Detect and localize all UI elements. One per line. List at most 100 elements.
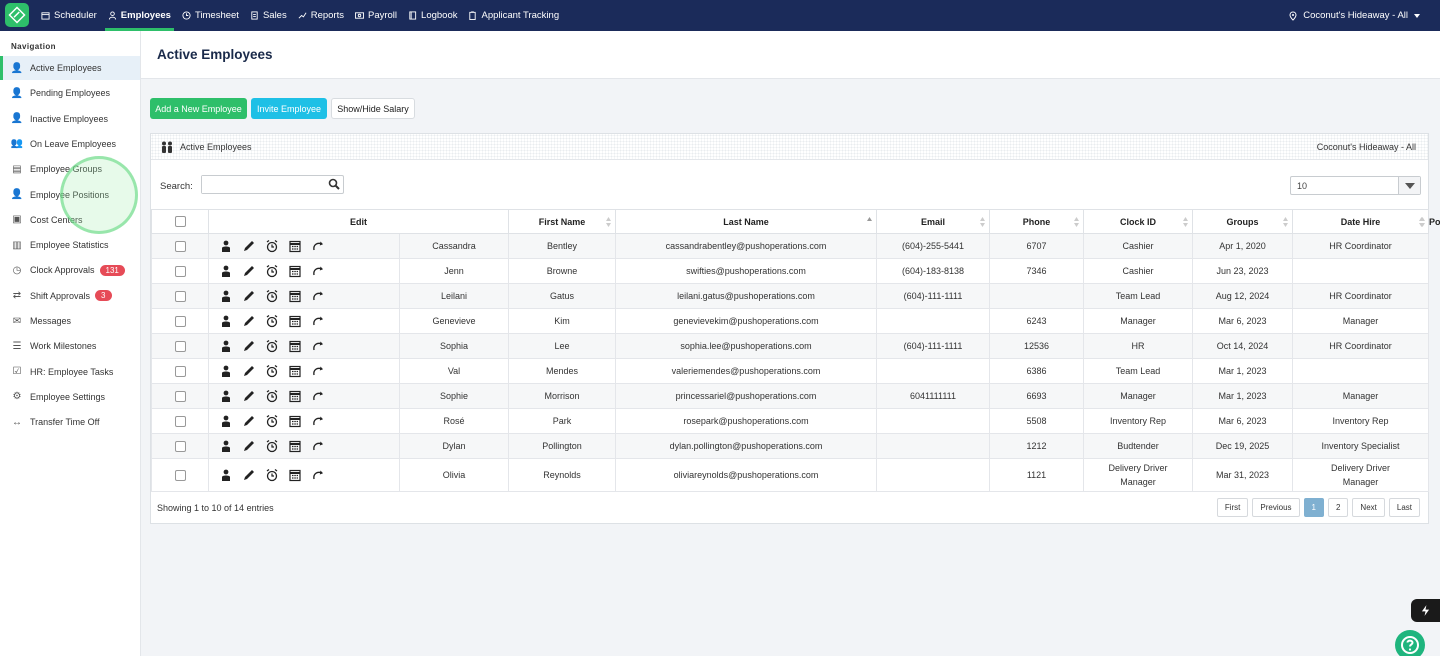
edit-pencil-icon[interactable] xyxy=(242,339,256,353)
nav-logbook[interactable]: Logbook xyxy=(403,0,462,31)
redo-arrow-icon[interactable] xyxy=(311,339,325,353)
search-input[interactable] xyxy=(202,176,322,193)
page-1-button[interactable]: 1 xyxy=(1303,498,1324,517)
assign-user-icon[interactable] xyxy=(219,364,233,378)
row-checkbox[interactable] xyxy=(174,315,186,327)
row-checkbox[interactable] xyxy=(174,265,186,277)
row-checkbox[interactable] xyxy=(174,290,186,302)
sort-icon[interactable] xyxy=(867,217,872,227)
edit-pencil-icon[interactable] xyxy=(242,314,256,328)
sidebar-item-inactive-employees[interactable]: 👤 Inactive Employees xyxy=(0,107,140,131)
row-checkbox[interactable] xyxy=(174,469,186,481)
row-checkbox[interactable] xyxy=(174,440,186,452)
calendar-grid-icon[interactable] xyxy=(288,314,302,328)
alarm-clock-icon[interactable] xyxy=(265,239,279,253)
sidebar-item-pending-employees[interactable]: 👤 Pending Employees xyxy=(0,81,140,105)
redo-arrow-icon[interactable] xyxy=(311,364,325,378)
assign-user-icon[interactable] xyxy=(219,289,233,303)
dropdown-arrow-icon[interactable] xyxy=(1398,177,1420,194)
redo-arrow-icon[interactable] xyxy=(311,264,325,278)
sidebar-item-employee-statistics[interactable]: ▥ Employee Statistics xyxy=(0,233,140,257)
select-all-checkbox[interactable] xyxy=(174,216,186,228)
sidebar-item-transfer-time-off[interactable]: ↔ Transfer Time Off xyxy=(0,410,140,434)
first-page-button[interactable]: First xyxy=(1216,498,1249,517)
row-checkbox[interactable] xyxy=(174,365,186,377)
redo-arrow-icon[interactable] xyxy=(311,289,325,303)
nav-reports[interactable]: Reports xyxy=(293,0,349,31)
sidebar-item-clock-approvals[interactable]: ◷ Clock Approvals 131 xyxy=(0,258,140,282)
assign-user-icon[interactable] xyxy=(219,339,233,353)
sort-icon[interactable] xyxy=(1074,217,1079,227)
calendar-grid-icon[interactable] xyxy=(288,439,302,453)
sort-icon[interactable] xyxy=(1183,217,1188,227)
help-button[interactable] xyxy=(1395,630,1425,656)
alarm-clock-icon[interactable] xyxy=(265,339,279,353)
calendar-grid-icon[interactable] xyxy=(288,389,302,403)
column-header-clock-id[interactable]: Clock ID xyxy=(1083,209,1193,234)
sidebar-item-messages[interactable]: ✉ Messages xyxy=(0,309,140,333)
edit-pencil-icon[interactable] xyxy=(242,414,256,428)
page-2-button[interactable]: 2 xyxy=(1327,498,1349,517)
nav-scheduler[interactable]: Scheduler xyxy=(36,0,102,31)
assign-user-icon[interactable] xyxy=(219,468,233,482)
column-header-date-hire[interactable]: Date Hire xyxy=(1292,209,1429,234)
column-header-last-name[interactable]: Last Name xyxy=(615,209,877,234)
nav-sales[interactable]: Sales xyxy=(245,0,292,31)
edit-pencil-icon[interactable] xyxy=(242,439,256,453)
row-checkbox[interactable] xyxy=(174,340,186,352)
sidebar-item-work-milestones[interactable]: ☰ Work Milestones xyxy=(0,334,140,358)
edit-pencil-icon[interactable] xyxy=(242,364,256,378)
edit-pencil-icon[interactable] xyxy=(242,239,256,253)
redo-arrow-icon[interactable] xyxy=(311,468,325,482)
quick-action-button[interactable] xyxy=(1411,599,1440,622)
calendar-grid-icon[interactable] xyxy=(288,468,302,482)
row-checkbox[interactable] xyxy=(174,390,186,402)
assign-user-icon[interactable] xyxy=(219,414,233,428)
row-checkbox[interactable] xyxy=(174,240,186,252)
sort-icon[interactable] xyxy=(606,217,611,227)
column-header-phone[interactable]: Phone xyxy=(989,209,1084,234)
sort-icon[interactable] xyxy=(980,217,985,227)
nav-payroll[interactable]: Payroll xyxy=(350,0,402,31)
edit-pencil-icon[interactable] xyxy=(242,264,256,278)
column-header-groups[interactable]: Groups xyxy=(1192,209,1293,234)
alarm-clock-icon[interactable] xyxy=(265,439,279,453)
alarm-clock-icon[interactable] xyxy=(265,468,279,482)
nav-timesheet[interactable]: Timesheet xyxy=(177,0,244,31)
alarm-clock-icon[interactable] xyxy=(265,264,279,278)
assign-user-icon[interactable] xyxy=(219,239,233,253)
column-header-email[interactable]: Email xyxy=(876,209,990,234)
show-hide-salary-button[interactable]: Show/Hide Salary xyxy=(331,98,415,119)
page-length-select[interactable]: 10 xyxy=(1290,176,1421,195)
redo-arrow-icon[interactable] xyxy=(311,414,325,428)
column-header-edit[interactable]: Edit xyxy=(208,209,509,234)
assign-user-icon[interactable] xyxy=(219,439,233,453)
nav-employees[interactable]: Employees xyxy=(103,0,176,31)
search-icon[interactable] xyxy=(328,178,340,190)
add-employee-button[interactable]: Add a New Employee xyxy=(150,98,247,119)
assign-user-icon[interactable] xyxy=(219,264,233,278)
assign-user-icon[interactable] xyxy=(219,389,233,403)
alarm-clock-icon[interactable] xyxy=(265,414,279,428)
sidebar-item-employee-settings[interactable]: ⚙ Employee Settings xyxy=(0,385,140,409)
nav-applicant-tracking[interactable]: Applicant Tracking xyxy=(463,0,564,31)
edit-pencil-icon[interactable] xyxy=(242,389,256,403)
last-page-button[interactable]: Last xyxy=(1388,498,1420,517)
alarm-clock-icon[interactable] xyxy=(265,364,279,378)
location-selector[interactable]: Coconut's Hideaway - All xyxy=(1288,0,1420,31)
sidebar-item-hr-employee-tasks[interactable]: ☑ HR: Employee Tasks xyxy=(0,360,140,384)
row-checkbox[interactable] xyxy=(174,415,186,427)
edit-pencil-icon[interactable] xyxy=(242,468,256,482)
app-logo[interactable] xyxy=(5,3,29,27)
redo-arrow-icon[interactable] xyxy=(311,314,325,328)
sidebar-item-active-employees[interactable]: 👤 Active Employees xyxy=(0,56,140,80)
calendar-grid-icon[interactable] xyxy=(288,264,302,278)
redo-arrow-icon[interactable] xyxy=(311,239,325,253)
assign-user-icon[interactable] xyxy=(219,314,233,328)
redo-arrow-icon[interactable] xyxy=(311,389,325,403)
invite-employee-button[interactable]: Invite Employee xyxy=(251,98,327,119)
sort-icon[interactable] xyxy=(1420,217,1425,227)
calendar-grid-icon[interactable] xyxy=(288,289,302,303)
column-header-first-name[interactable]: First Name xyxy=(508,209,616,234)
sidebar-item-on-leave-employees[interactable]: 👥 On Leave Employees xyxy=(0,132,140,156)
